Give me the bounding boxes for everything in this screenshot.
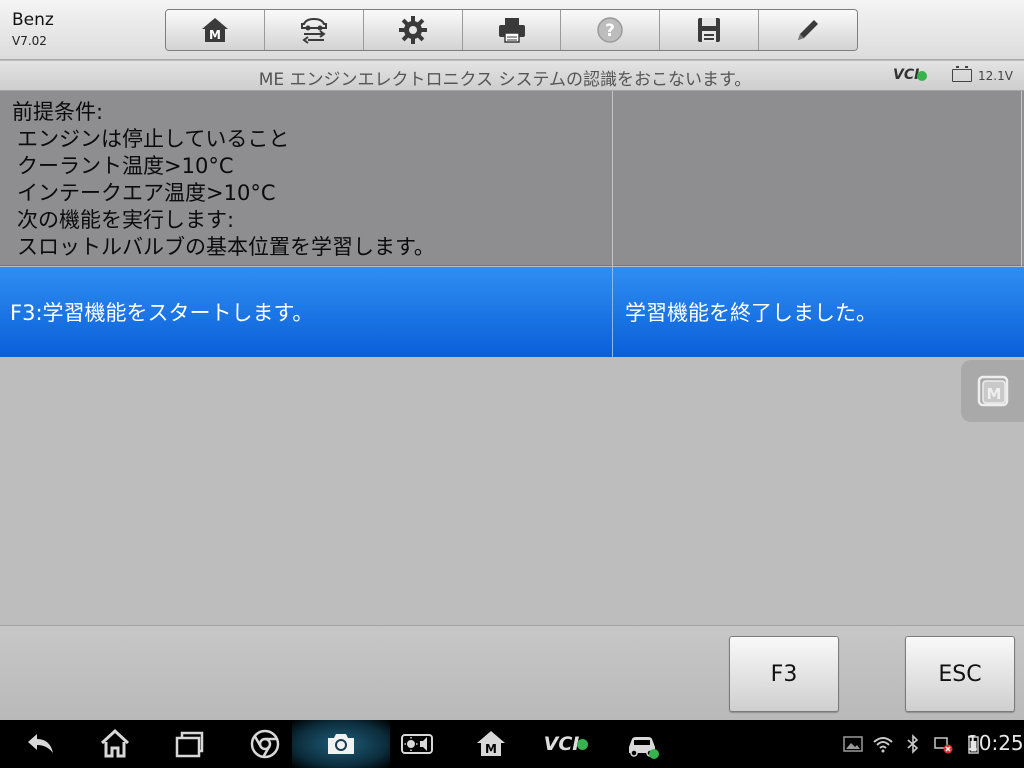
table-row: 前提条件: エンジンは停止していること クーラント温度>10°C インテークエア… (0, 91, 1024, 266)
battery-voltage: 12.1V (978, 69, 1013, 83)
function-header: ME エンジンエレクトロニクス システムの認識をおこないます。 VCI 12.1… (0, 61, 1024, 91)
info-line: インテークエア温度>10°C (17, 181, 276, 205)
battery-icon (952, 66, 972, 82)
svg-text:?: ? (605, 21, 615, 41)
brand-version: V7.02 (12, 34, 47, 48)
brand-name: Benz (12, 10, 54, 30)
top-bar: Benz V7.02 M ? (0, 0, 1024, 60)
selected-cell-right: 学習機能を終了しました。 (613, 267, 1024, 357)
edit-button[interactable] (759, 10, 857, 50)
vci-status: VCI (893, 67, 928, 83)
esc-button[interactable]: ESC (905, 636, 1015, 712)
brand-block: Benz V7.02 (12, 10, 54, 48)
vehicle-swap-icon (300, 17, 327, 44)
maxisys-home-button[interactable]: M (464, 720, 518, 768)
car-icon (629, 737, 659, 759)
save-icon (698, 18, 721, 42)
home-icon (100, 728, 130, 758)
procedure-table: 前提条件: エンジンは停止していること クーラント温度>10°C インテークエア… (0, 91, 1024, 357)
info-cell: 前提条件: エンジンは停止していること クーラント温度>10°C インテークエア… (0, 91, 613, 266)
bluetooth-icon (907, 734, 919, 754)
browser-button[interactable] (238, 720, 292, 768)
print-button[interactable] (462, 10, 562, 50)
svg-text:M: M (209, 28, 221, 42)
info-line: エンジンは停止していること (17, 127, 290, 151)
table-row-selected[interactable]: F3:学習機能をスタートします。 学習機能を終了しました。 (0, 267, 1024, 357)
help-button[interactable]: ? (561, 10, 661, 50)
info-line: スロットルバルブの基本位置を学習します。 (17, 235, 435, 259)
info-line: クーラント温度>10°C (17, 154, 234, 178)
check-icon (577, 738, 589, 750)
info-line: 前提条件: (12, 100, 104, 124)
help-icon: ? (597, 17, 624, 43)
vci-manager-button[interactable]: VCI (536, 720, 596, 768)
status-icons (843, 720, 983, 768)
clock: 10:25 (966, 731, 1024, 755)
m-icon: M (977, 375, 1008, 407)
svg-text:M: M (986, 385, 1001, 403)
brightness-volume-icon (401, 734, 433, 754)
save-button[interactable] (660, 10, 760, 50)
info-cell-empty (613, 91, 1022, 266)
floating-m-button[interactable]: M (961, 360, 1024, 422)
pencil-icon (798, 20, 819, 40)
selected-result-text: 学習機能を終了しました。 (625, 301, 877, 325)
back-button[interactable] (14, 720, 68, 768)
image-notification-icon (843, 736, 863, 752)
recent-apps-icon (175, 731, 204, 758)
system-navigation-bar: M VCI 10:25 (0, 720, 1024, 768)
vci-nav-label: VCI (543, 733, 580, 755)
check-icon (917, 71, 928, 81)
main-toolbar: M ? (165, 9, 858, 51)
network-error-icon (934, 737, 953, 754)
function-button-bar: F3 ESC (0, 625, 1024, 720)
chrome-icon (250, 729, 280, 759)
home-m-icon: M (201, 18, 228, 42)
m-home-icon: M (477, 731, 505, 756)
camera-icon (328, 734, 354, 754)
function-title: ME エンジンエレクトロニクス システムの認識をおこないます。 (258, 70, 752, 90)
brightness-volume-button[interactable] (390, 720, 444, 768)
camera-button[interactable] (292, 720, 390, 768)
f3-button[interactable]: F3 (729, 636, 839, 712)
vehicle-swap-button[interactable] (264, 10, 364, 50)
wifi-icon (873, 737, 893, 753)
selected-cell-left: F3:学習機能をスタートします。 (0, 267, 613, 357)
recent-apps-button[interactable] (162, 720, 216, 768)
printer-icon (498, 18, 525, 43)
home-button[interactable]: M (166, 10, 265, 50)
home-nav-button[interactable] (88, 720, 142, 768)
settings-button[interactable] (363, 10, 463, 50)
info-line: 次の機能を実行します: (17, 208, 235, 232)
gear-icon (398, 16, 427, 44)
back-icon (28, 734, 53, 753)
selected-action-text: F3:学習機能をスタートします。 (10, 301, 314, 325)
svg-text:M: M (485, 742, 497, 756)
vehicle-status-button[interactable] (614, 720, 670, 768)
vci-label: VCI (893, 67, 920, 83)
